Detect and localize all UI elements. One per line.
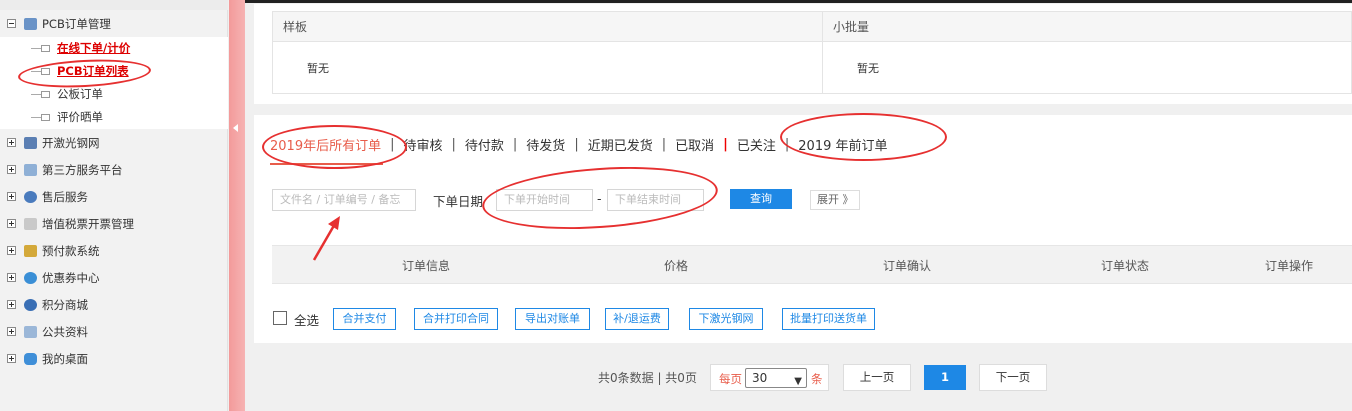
tab-cancelled[interactable]: 已取消	[675, 135, 714, 154]
sidebar-group-label: 售后服务	[42, 189, 88, 204]
col-order-actions: 订单操作	[1265, 259, 1314, 273]
public-docs-icon	[24, 325, 37, 338]
sidebar-toggle-bar[interactable]	[229, 0, 245, 411]
expand-icon[interactable]	[7, 192, 16, 201]
third-party-icon	[24, 163, 37, 176]
prev-page-button[interactable]: 上一页	[843, 364, 911, 391]
sidebar-group-public-docs[interactable]: 公共资料	[0, 318, 228, 345]
small-batch-header: 小批量	[823, 12, 1351, 42]
sidebar-group-label: PCB订单管理	[42, 16, 111, 31]
sidebar-group-label: 积分商城	[42, 297, 88, 312]
collapse-icon[interactable]	[7, 19, 16, 28]
annotation-circle-tab-before-2019	[780, 113, 947, 161]
sidebar-group-prepay[interactable]: 预付款系统	[0, 237, 228, 264]
order-laser-stencil-button[interactable]: 下激光钢网	[689, 308, 763, 330]
document-icon	[41, 44, 50, 52]
batch-print-delivery-button[interactable]: 批量打印送货单	[782, 308, 875, 330]
pcb-order-icon	[24, 17, 37, 30]
expand-button[interactable]: 展开 》	[810, 190, 860, 210]
expand-icon[interactable]	[7, 246, 16, 255]
laser-stencil-icon	[24, 136, 37, 149]
expand-icon[interactable]	[7, 273, 16, 282]
expand-icon[interactable]	[7, 138, 16, 147]
tab-pending-payment[interactable]: 待付款	[465, 135, 504, 154]
submenu-label[interactable]: 评价晒单	[57, 109, 103, 125]
sidebar-group-pcb-orders[interactable]: PCB订单管理	[0, 10, 228, 37]
sidebar-group-desktop[interactable]: 我的桌面	[0, 345, 228, 372]
export-statement-button[interactable]: 导出对账单	[515, 308, 590, 330]
small-batch-column: 小批量 暂无	[822, 11, 1352, 94]
query-button[interactable]: 查询	[730, 189, 792, 209]
sample-empty-text: 暂无	[307, 62, 329, 75]
sidebar-group-label: 优惠券中心	[42, 270, 100, 285]
sidebar-group-third-party[interactable]: 第三方服务平台	[0, 156, 228, 183]
submenu-item-online-order[interactable]: 在线下单/计价	[0, 37, 130, 59]
expand-icon[interactable]	[7, 327, 16, 336]
summary-panel: 样板 暂无 小批量 暂无	[254, 4, 1352, 104]
search-input[interactable]: 文件名 / 订单编号 / 备忘	[272, 189, 416, 211]
sidebar-group-points[interactable]: 积分商城	[0, 291, 228, 318]
sidebar-group-after-sales[interactable]: 售后服务	[0, 183, 228, 210]
tab-recently-shipped[interactable]: 近期已发货	[588, 135, 653, 154]
pagination-info: 共0条数据 | 共0页	[598, 371, 697, 385]
sidebar-group-laser-stencil[interactable]: 开激光钢网	[0, 129, 228, 156]
tab-followed[interactable]: 已关注	[737, 135, 776, 154]
orders-table-header: 订单信息 价格 订单确认 订单状态 订单操作	[272, 245, 1352, 284]
sidebar-group-label: 我的桌面	[42, 351, 88, 366]
prepay-icon	[24, 244, 37, 257]
sidebar-group-label: 开激光钢网	[42, 135, 100, 150]
col-order-confirm: 订单确认	[883, 259, 932, 273]
sidebar-group-label: 公共资料	[42, 324, 88, 339]
page-size-value: 30	[752, 371, 768, 385]
tab-pending-review[interactable]: 待审核	[403, 135, 442, 154]
col-order-info: 订单信息	[402, 259, 451, 273]
sample-header: 样板	[273, 12, 822, 42]
shipping-fee-adjust-button[interactable]: 补/退运费	[605, 308, 669, 330]
chevron-down-icon: ▼	[794, 376, 802, 387]
sidebar-group-label: 预付款系统	[42, 243, 100, 258]
page-size-control: 每页 30 ▼ 条	[710, 364, 829, 391]
document-icon	[41, 113, 50, 121]
top-border	[245, 0, 1352, 3]
small-batch-empty-text: 暂无	[857, 62, 879, 75]
expand-icon[interactable]	[7, 300, 16, 309]
merge-pay-button[interactable]: 合并支付	[333, 308, 396, 330]
sidebar-group-label: 第三方服务平台	[42, 162, 123, 177]
points-icon	[24, 298, 37, 311]
per-page-prefix: 每页	[719, 372, 742, 386]
annotation-arrow-icon	[312, 216, 340, 261]
current-page-button[interactable]: 1	[924, 365, 966, 390]
invoice-icon	[24, 217, 37, 230]
sample-column: 样板 暂无	[272, 11, 823, 94]
sidebar-group-invoice[interactable]: 增值税票开票管理	[0, 210, 228, 237]
desktop-icon	[24, 352, 37, 365]
submenu-label[interactable]: 在线下单/计价	[57, 40, 130, 56]
after-sales-icon	[24, 190, 37, 203]
annotation-arrow-line	[312, 221, 338, 261]
sidebar-group-label: 增值税票开票管理	[42, 216, 134, 231]
submenu-label[interactable]: 公板订单	[57, 86, 103, 102]
document-icon	[41, 90, 50, 98]
expand-icon[interactable]	[7, 219, 16, 228]
select-all-label[interactable]: 全选	[294, 310, 319, 329]
order-date-label: 下单日期	[433, 194, 484, 209]
col-order-status: 订单状态	[1101, 259, 1150, 273]
coupon-icon	[24, 271, 37, 284]
submenu-item-reviews[interactable]: 评价晒单	[0, 106, 103, 128]
merge-print-contract-button[interactable]: 合并打印合同	[414, 308, 498, 330]
annotation-circle-tab-after-2019	[262, 125, 407, 169]
col-price: 价格	[664, 259, 689, 273]
expand-icon[interactable]	[7, 165, 16, 174]
sidebar-group-coupon[interactable]: 优惠券中心	[0, 264, 228, 291]
page-size-select[interactable]: 30 ▼	[745, 368, 807, 388]
per-page-suffix: 条	[811, 372, 823, 386]
tab-pending-shipment[interactable]: 待发货	[526, 135, 565, 154]
select-all-checkbox[interactable]	[273, 311, 287, 325]
next-page-button[interactable]: 下一页	[979, 364, 1047, 391]
expand-icon[interactable]	[7, 354, 16, 363]
collapse-left-icon[interactable]	[233, 124, 238, 132]
